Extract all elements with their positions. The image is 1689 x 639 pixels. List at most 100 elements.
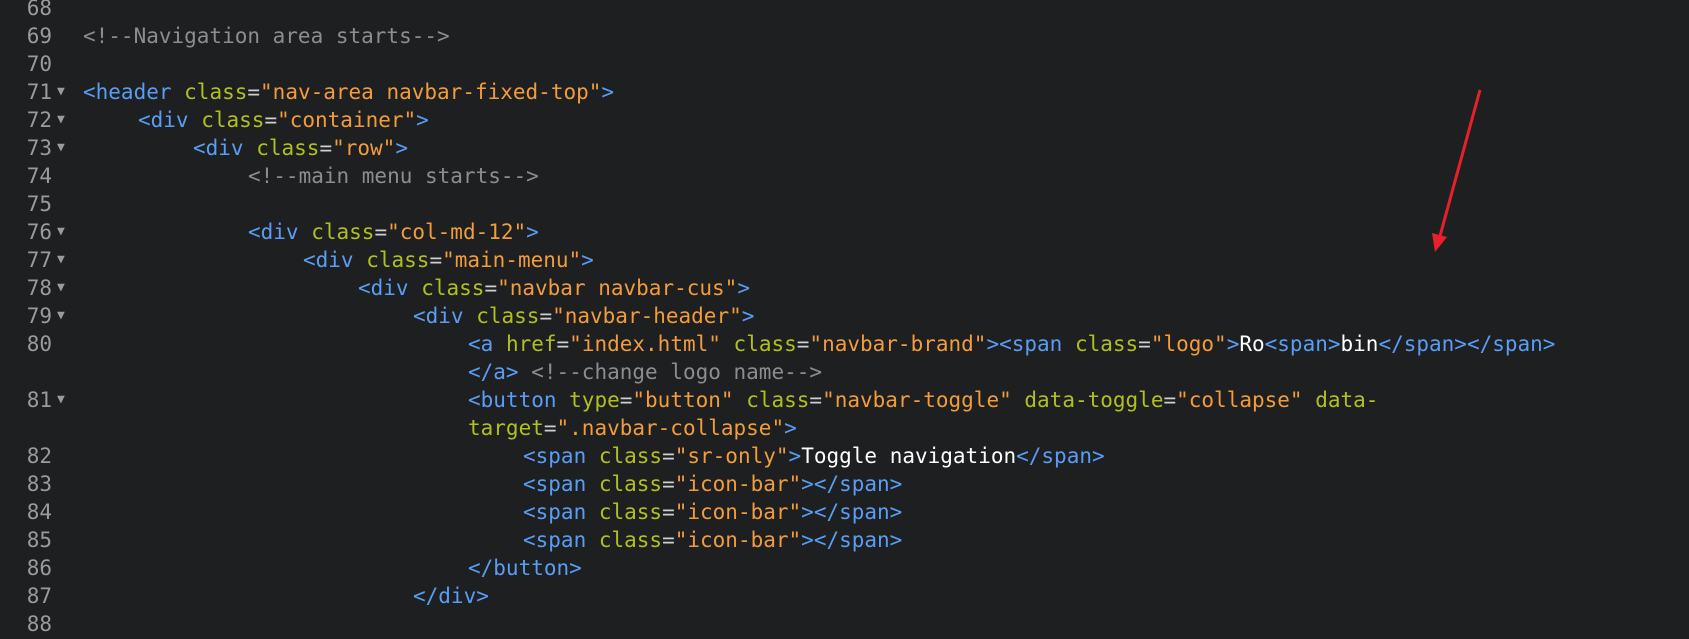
code-line[interactable]: 86 </button> xyxy=(0,554,1689,582)
code-token: > xyxy=(416,108,429,132)
code-token: <div xyxy=(303,248,367,272)
code-token: > xyxy=(581,248,594,272)
code-token: > xyxy=(784,416,797,440)
line-number: 76 xyxy=(26,220,52,244)
code-token: > xyxy=(601,80,615,104)
code-line[interactable]: 75 xyxy=(0,190,1689,218)
code-content: <div class="navbar-header"> xyxy=(413,302,754,330)
code-token: "nav-area navbar-fixed-top" xyxy=(260,80,602,104)
code-content: <span class="icon-bar"></span> xyxy=(523,498,902,526)
line-number: 69 xyxy=(26,24,52,48)
fold-triangle-icon[interactable]: ▼ xyxy=(57,218,65,246)
code-token: class xyxy=(311,220,375,244)
line-number: 84 xyxy=(26,500,52,524)
code-line[interactable]: 74 <!--main menu starts--> xyxy=(0,162,1689,190)
fold-triangle-icon[interactable]: ▼ xyxy=(57,246,65,274)
code-token: target xyxy=(468,416,544,440)
code-token: ".navbar-collapse" xyxy=(556,416,785,440)
code-token: ></span> xyxy=(801,472,903,496)
code-token: "button" xyxy=(632,388,734,412)
code-token: <span xyxy=(523,500,599,524)
code-line[interactable]: 88 xyxy=(0,610,1689,638)
fold-triangle-icon[interactable]: ▼ xyxy=(57,274,65,302)
code-line[interactable]: 84 <span class="icon-bar"></span> xyxy=(0,498,1689,526)
code-line[interactable]: </a> <!--change logo name--> xyxy=(0,358,1689,386)
code-token: class xyxy=(598,528,663,552)
code-line[interactable]: 76 ▼ <div class="col-md-12"> xyxy=(0,218,1689,246)
code-token: class xyxy=(746,388,810,412)
code-line[interactable]: 69 <!--Navigation area starts--> xyxy=(0,22,1689,50)
line-number: 85 xyxy=(26,528,52,552)
code-token: = xyxy=(264,108,278,132)
code-token: = xyxy=(484,276,498,300)
fold-triangle-icon[interactable]: ▼ xyxy=(57,134,65,162)
line-number: 86 xyxy=(26,556,52,580)
code-content: <button type="button" class="navbar-togg… xyxy=(468,386,1378,414)
code-token: <button xyxy=(468,388,570,412)
code-line[interactable]: target=".navbar-collapse"> xyxy=(0,414,1689,442)
code-token: > xyxy=(395,136,408,160)
code-token: class xyxy=(421,276,485,300)
code-token: data- xyxy=(1315,388,1379,412)
line-number: 74 xyxy=(26,164,52,188)
code-line[interactable]: 72 ▼ <div class="container"> xyxy=(0,106,1689,134)
code-token: = xyxy=(556,332,570,356)
code-line[interactable]: 79 ▼ <div class="navbar-header"> xyxy=(0,302,1689,330)
code-token: = xyxy=(809,388,823,412)
line-number: 79 xyxy=(26,304,52,328)
line-number: 72 xyxy=(26,108,52,132)
line-number: 70 xyxy=(26,52,52,76)
code-content: <div class="container"> xyxy=(138,106,429,134)
code-token: </button> xyxy=(468,556,582,580)
code-content: <span class="icon-bar"></span> xyxy=(523,470,902,498)
code-line[interactable]: 83 <span class="icon-bar"></span> xyxy=(0,470,1689,498)
code-token: class xyxy=(733,332,797,356)
code-token: ></span> xyxy=(801,528,903,552)
code-token: "icon-bar" xyxy=(674,528,802,552)
line-number: 81 xyxy=(26,388,52,412)
code-token: <span xyxy=(523,444,599,468)
fold-triangle-icon[interactable]: ▼ xyxy=(57,106,65,134)
fold-triangle-icon[interactable]: ▼ xyxy=(57,302,65,330)
code-line[interactable]: 78 ▼ <div class="navbar navbar-cus"> xyxy=(0,274,1689,302)
code-token: <span xyxy=(523,472,599,496)
code-content: <span class="sr-only">Toggle navigation<… xyxy=(523,442,1105,470)
code-line[interactable]: 73 ▼ <div class="row"> xyxy=(0,134,1689,162)
code-token: "logo" xyxy=(1150,332,1227,356)
code-line[interactable]: 80 <a href="index.html" class="navbar-bra… xyxy=(0,330,1689,358)
code-content: <div class="col-md-12"> xyxy=(248,218,539,246)
code-token: </span> xyxy=(1016,444,1105,468)
fold-triangle-icon[interactable]: ▼ xyxy=(57,78,65,106)
code-line[interactable]: 77 ▼ <div class="main-menu"> xyxy=(0,246,1689,274)
code-token: <div xyxy=(358,276,422,300)
code-token: </a> xyxy=(468,360,519,384)
code-token: = xyxy=(662,528,675,552)
code-line[interactable]: 68 xyxy=(0,0,1689,22)
code-token: <!--Navigation area starts--> xyxy=(83,24,450,48)
code-content: <span class="icon-bar"></span> xyxy=(523,526,902,554)
code-editor[interactable]: 68 69 <!--Navigation area starts--> 70 71 ▼ <h… xyxy=(0,0,1689,639)
code-line[interactable]: 71 ▼ <header class="nav-area navbar-fixed-… xyxy=(0,78,1689,106)
code-token: = xyxy=(662,472,675,496)
code-token: = xyxy=(374,220,388,244)
code-line[interactable]: 85 <span class="icon-bar"></span> xyxy=(0,526,1689,554)
code-token: > xyxy=(737,276,750,300)
code-token: Toggle navigation xyxy=(801,444,1017,468)
fold-triangle-icon[interactable]: ▼ xyxy=(57,386,65,414)
code-line[interactable]: 87 </div> xyxy=(0,582,1689,610)
line-number: 77 xyxy=(26,248,52,272)
code-token: <!--main menu starts--> xyxy=(248,164,539,188)
code-line[interactable]: 70 xyxy=(0,50,1689,78)
code-content: <a href="index.html" class="navbar-brand… xyxy=(468,330,1555,358)
code-token: > xyxy=(788,444,802,468)
line-number: 80 xyxy=(26,332,52,356)
code-token: ><span xyxy=(986,332,1075,356)
code-line[interactable]: 82 <span class="sr-only">Toggle navigatio… xyxy=(0,442,1689,470)
code-token: class xyxy=(598,444,663,468)
code-token: "row" xyxy=(332,136,396,160)
code-line[interactable]: 81 ▼ <button type="button" class="navbar-t… xyxy=(0,386,1689,414)
